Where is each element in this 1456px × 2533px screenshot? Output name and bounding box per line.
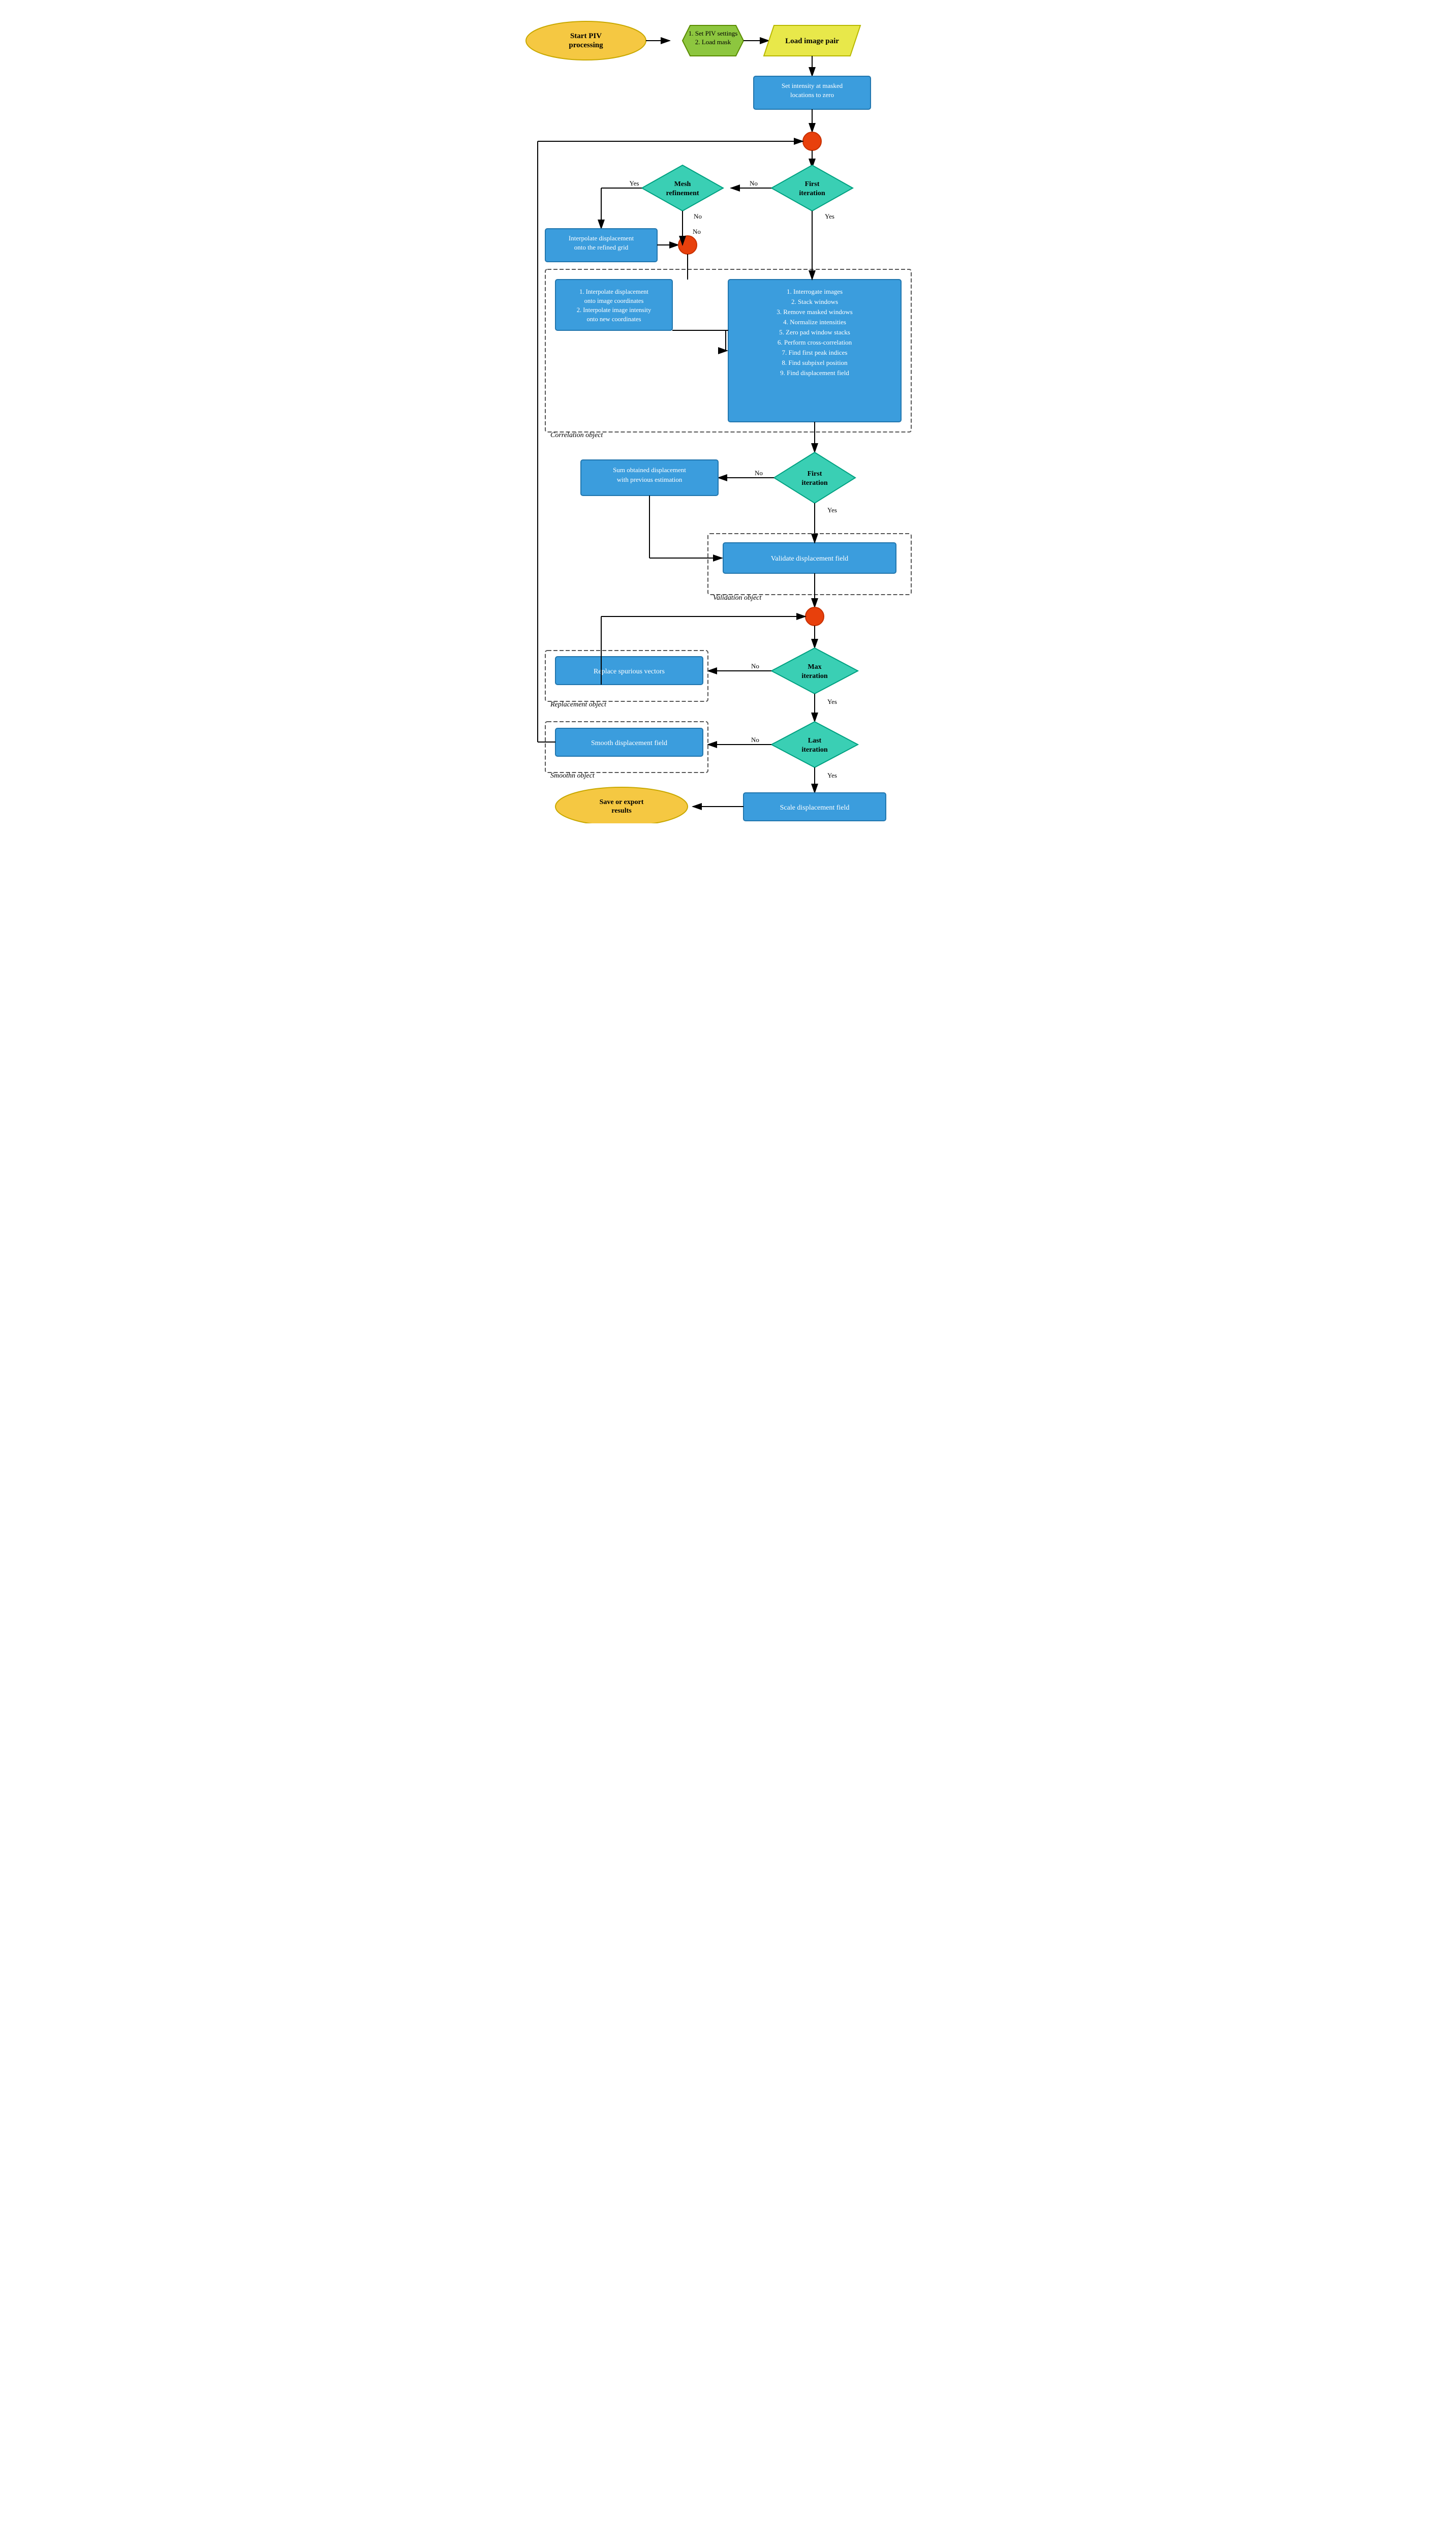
corr-left-rect	[555, 280, 672, 330]
first-iter-mid-no-label: No	[755, 469, 763, 477]
mesh-ref-label2: refinement	[666, 190, 699, 197]
last-iter-label2: iteration	[801, 746, 828, 754]
sum-disp-line1: Sum obtained displacement	[613, 466, 686, 474]
corr-right-line2: 2. Stack windows	[791, 298, 838, 305]
validate-disp-label: Validate displacement field	[770, 555, 848, 563]
start-label: Start PIV	[570, 32, 601, 40]
max-iter-label2: iteration	[801, 672, 828, 680]
corr-right-line9: 9. Find displacement field	[780, 369, 849, 377]
circle-3	[806, 607, 824, 626]
max-iteration-diamond	[771, 648, 858, 694]
replace-spurious-label: Replace spurious vectors	[594, 668, 665, 675]
first-iter-top-no-label: No	[750, 179, 758, 187]
corr-right-line8: 8. Find subpixel position	[782, 359, 848, 366]
load-image-label: Load image pair	[785, 37, 839, 45]
circle-1	[803, 132, 821, 150]
first-iter-mid-yes-label: Yes	[827, 506, 837, 514]
scale-disp-label: Scale displacement field	[780, 804, 849, 812]
mesh-ref-label1: Mesh	[674, 180, 691, 188]
smooth-disp-label: Smooth displacement field	[591, 739, 667, 747]
first-iteration-top-diamond	[771, 165, 853, 211]
interp-grid-line2: onto the refined grid	[574, 243, 628, 251]
corr-right-line1: 1. Interrogate images	[786, 288, 842, 295]
corr-left-line2: onto image coordinates	[584, 297, 643, 304]
last-iter-yes-label: Yes	[827, 771, 837, 779]
start-oval	[526, 21, 646, 60]
flowchart-diagram: Start PIV processing 1. Set PIV settings…	[520, 10, 937, 823]
corr-right-line7: 7. Find first peak indices	[782, 349, 847, 356]
first-iteration-mid-diamond	[774, 452, 855, 503]
set-intensity-line2: locations to zero	[790, 91, 834, 99]
set-piv-line2: 2. Load mask	[695, 38, 731, 46]
first-iter-mid-label2: iteration	[801, 479, 828, 487]
mesh-ref-yes-label: Yes	[629, 179, 639, 187]
first-iter-top-label2: iteration	[799, 190, 825, 197]
corr-left-line3: 2. Interpolate image intensity	[576, 306, 651, 314]
corr-right-line4: 4. Normalize intensities	[783, 318, 846, 326]
max-iter-label1: Max	[808, 663, 821, 671]
save-export-label1: Save or export	[599, 798, 643, 806]
corr-left-line4: onto new coordinates	[586, 316, 641, 323]
first-iter-top-label1: First	[804, 180, 819, 188]
last-iter-label1: Last	[808, 737, 821, 745]
max-iter-yes-label: Yes	[827, 698, 837, 705]
correlation-label: Correlation object	[550, 431, 603, 439]
circle2-no-label: No	[693, 228, 701, 235]
sum-disp-line2: with previous estimation	[616, 476, 682, 483]
mesh-refinement-diamond	[642, 165, 723, 211]
mesh-ref-no-label: No	[694, 212, 702, 220]
replacement-label: Replacement object	[550, 701, 607, 708]
validation-label: Validation object	[713, 594, 762, 602]
first-iter-top-yes-label: Yes	[825, 212, 834, 220]
corr-right-line3: 3. Remove masked windows	[777, 308, 852, 316]
interp-grid-line1: Interpolate displacement	[568, 234, 634, 242]
smoothn-label: Smoothn object	[550, 772, 595, 780]
corr-left-line1: 1. Interpolate displacement	[579, 288, 648, 295]
corr-right-line5: 5. Zero pad window stacks	[779, 328, 850, 336]
set-intensity-line1: Set intensity at masked	[781, 82, 843, 89]
corr-right-line6: 6. Perform cross-correlation	[777, 338, 852, 346]
last-iter-no-label: No	[751, 736, 759, 744]
last-iteration-diamond	[771, 722, 858, 767]
save-export-label2: results	[611, 807, 632, 815]
circle-2	[678, 236, 697, 254]
start-label2: processing	[569, 41, 603, 49]
first-iter-mid-label1: First	[807, 470, 822, 478]
max-iter-no-label: No	[751, 662, 759, 670]
set-piv-line1: 1. Set PIV settings	[688, 29, 737, 37]
